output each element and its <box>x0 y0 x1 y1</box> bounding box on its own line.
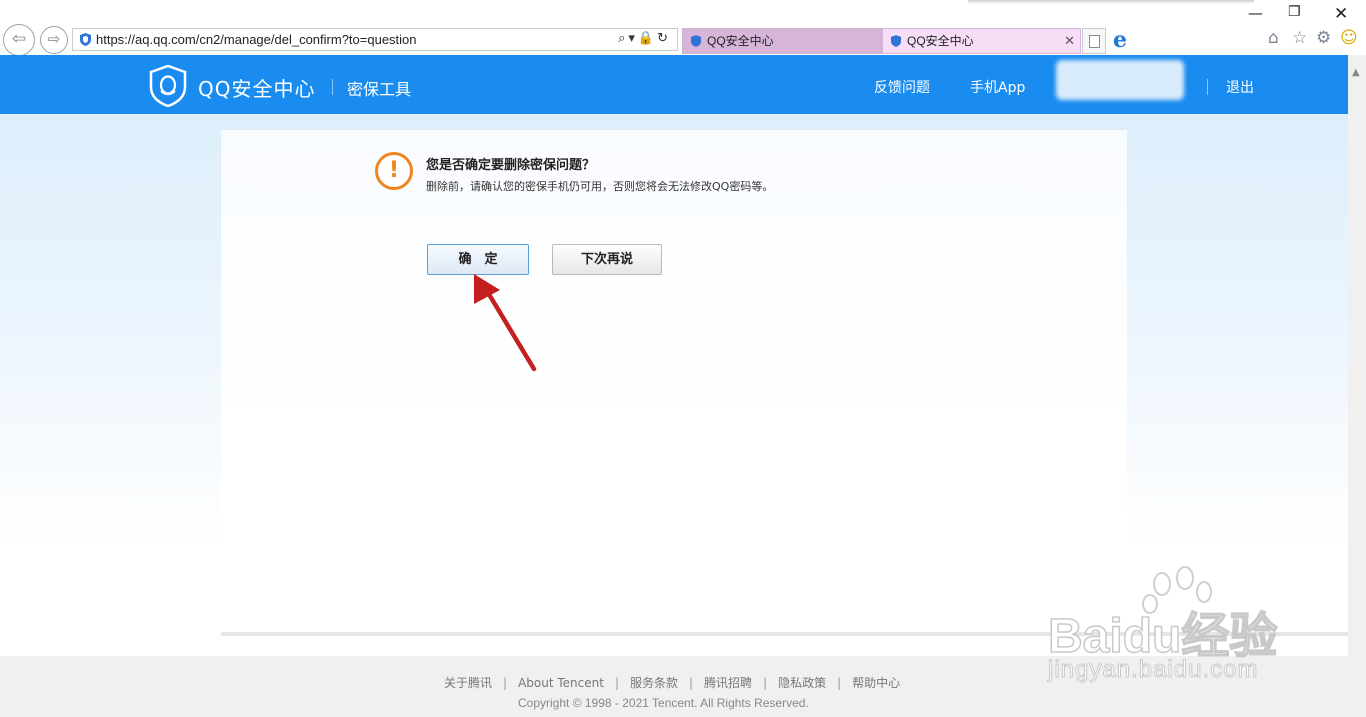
smiley-feedback-icon[interactable]: ☺ <box>1340 28 1358 48</box>
header-divider <box>1207 79 1208 95</box>
url-text: https://aq.qq.com/cn2/manage/del_confirm… <box>96 32 417 47</box>
scroll-up-icon[interactable]: ▲ <box>1352 67 1360 78</box>
header-divider <box>332 79 333 95</box>
back-arrow-icon: ⇦ <box>11 29 27 49</box>
baidu-jingyan-watermark: Baidu经验 jingyan.baidu.com <box>1040 566 1300 696</box>
footer-link-about-en[interactable]: About Tencent <box>518 676 604 690</box>
footer-link-help[interactable]: 帮助中心 <box>852 674 900 691</box>
qq-security-logo-icon <box>149 65 187 107</box>
confirm-card <box>221 129 1127 635</box>
site-header: QQ安全中心 密保工具 反馈问题 手机App 退出 <box>0 55 1348 114</box>
brand-title[interactable]: QQ安全中心 <box>198 73 315 102</box>
copyright-text: Copyright © 1998 - 2021 Tencent. All Rig… <box>518 696 809 710</box>
forward-arrow-icon: ⇨ <box>47 30 61 48</box>
gear-icon[interactable]: ⚙ <box>1316 28 1331 48</box>
browser-chrome: ⇦ ⇨ https://aq.qq.com/cn2/manage/del_con… <box>0 0 1366 56</box>
tab-qq-security-2[interactable]: QQ安全中心 ✕ <box>882 28 1081 54</box>
confirm-title: 您是否确定要删除密保问题？ <box>426 158 596 173</box>
blurred-user-info <box>1056 60 1184 100</box>
mobile-app-link[interactable]: 手机App <box>970 77 1025 97</box>
footer-separator: | <box>837 676 842 690</box>
favorites-star-icon[interactable]: ☆ <box>1292 28 1307 48</box>
home-icon[interactable]: ⌂ <box>1268 28 1279 48</box>
window-shadow <box>968 0 1254 4</box>
footer-separator: | <box>614 676 619 690</box>
back-button[interactable]: ⇦ <box>3 24 35 56</box>
tab-close-icon[interactable]: ✕ <box>1064 29 1075 53</box>
section-title[interactable]: 密保工具 <box>347 76 411 100</box>
restore-button[interactable]: ❐ <box>1288 4 1301 20</box>
tab-label: QQ安全中心 <box>707 34 774 48</box>
confirm-button[interactable]: 确 定 <box>427 244 529 275</box>
footer-link-privacy[interactable]: 隐私政策 <box>778 674 826 691</box>
new-tab-icon <box>1089 35 1100 48</box>
minimize-button[interactable]: — <box>1248 4 1263 22</box>
new-tab-button[interactable] <box>1082 28 1106 54</box>
address-bar[interactable]: https://aq.qq.com/cn2/manage/del_confirm… <box>72 28 678 51</box>
footer-separator: | <box>763 676 768 690</box>
site-shield-icon <box>80 33 91 46</box>
tab-shield-icon <box>691 35 701 47</box>
confirm-subtitle: 删除前，请确认您的密保手机仍可用，否则您将会无法修改QQ密码等。 <box>426 180 774 193</box>
tab-label: QQ安全中心 <box>907 34 974 48</box>
ie-logo-icon[interactable]: e <box>1108 29 1132 53</box>
footer-link-terms[interactable]: 服务条款 <box>630 674 678 691</box>
footer-separator: | <box>503 676 508 690</box>
logout-link[interactable]: 退出 <box>1226 77 1254 97</box>
footer-link-careers[interactable]: 腾讯招聘 <box>704 674 752 691</box>
footer-separator: | <box>689 676 694 690</box>
vertical-scrollbar[interactable]: ▲ <box>1348 55 1366 717</box>
close-window-button[interactable]: ✕ <box>1334 4 1348 24</box>
browser-toolbar-icons: ⌂ ☆ ⚙ ☺ <box>1266 28 1362 50</box>
watermark-url: jingyan.baidu.com <box>1047 656 1259 684</box>
tab-shield-icon <box>891 35 901 47</box>
footer-links: 关于腾讯 | About Tencent | 服务条款 | 腾讯招聘 | 隐私政策 | 帮助中心 <box>444 674 900 691</box>
tab-qq-security-1[interactable]: QQ安全中心 <box>682 28 882 54</box>
address-tools-icons[interactable]: ⌕▾🔒↻ <box>618 31 671 46</box>
feedback-link[interactable]: 反馈问题 <box>874 77 930 97</box>
later-button[interactable]: 下次再说 <box>552 244 662 275</box>
warning-icon: ! <box>375 152 413 190</box>
forward-button[interactable]: ⇨ <box>40 26 68 54</box>
footer-link-about-cn[interactable]: 关于腾讯 <box>444 674 492 691</box>
